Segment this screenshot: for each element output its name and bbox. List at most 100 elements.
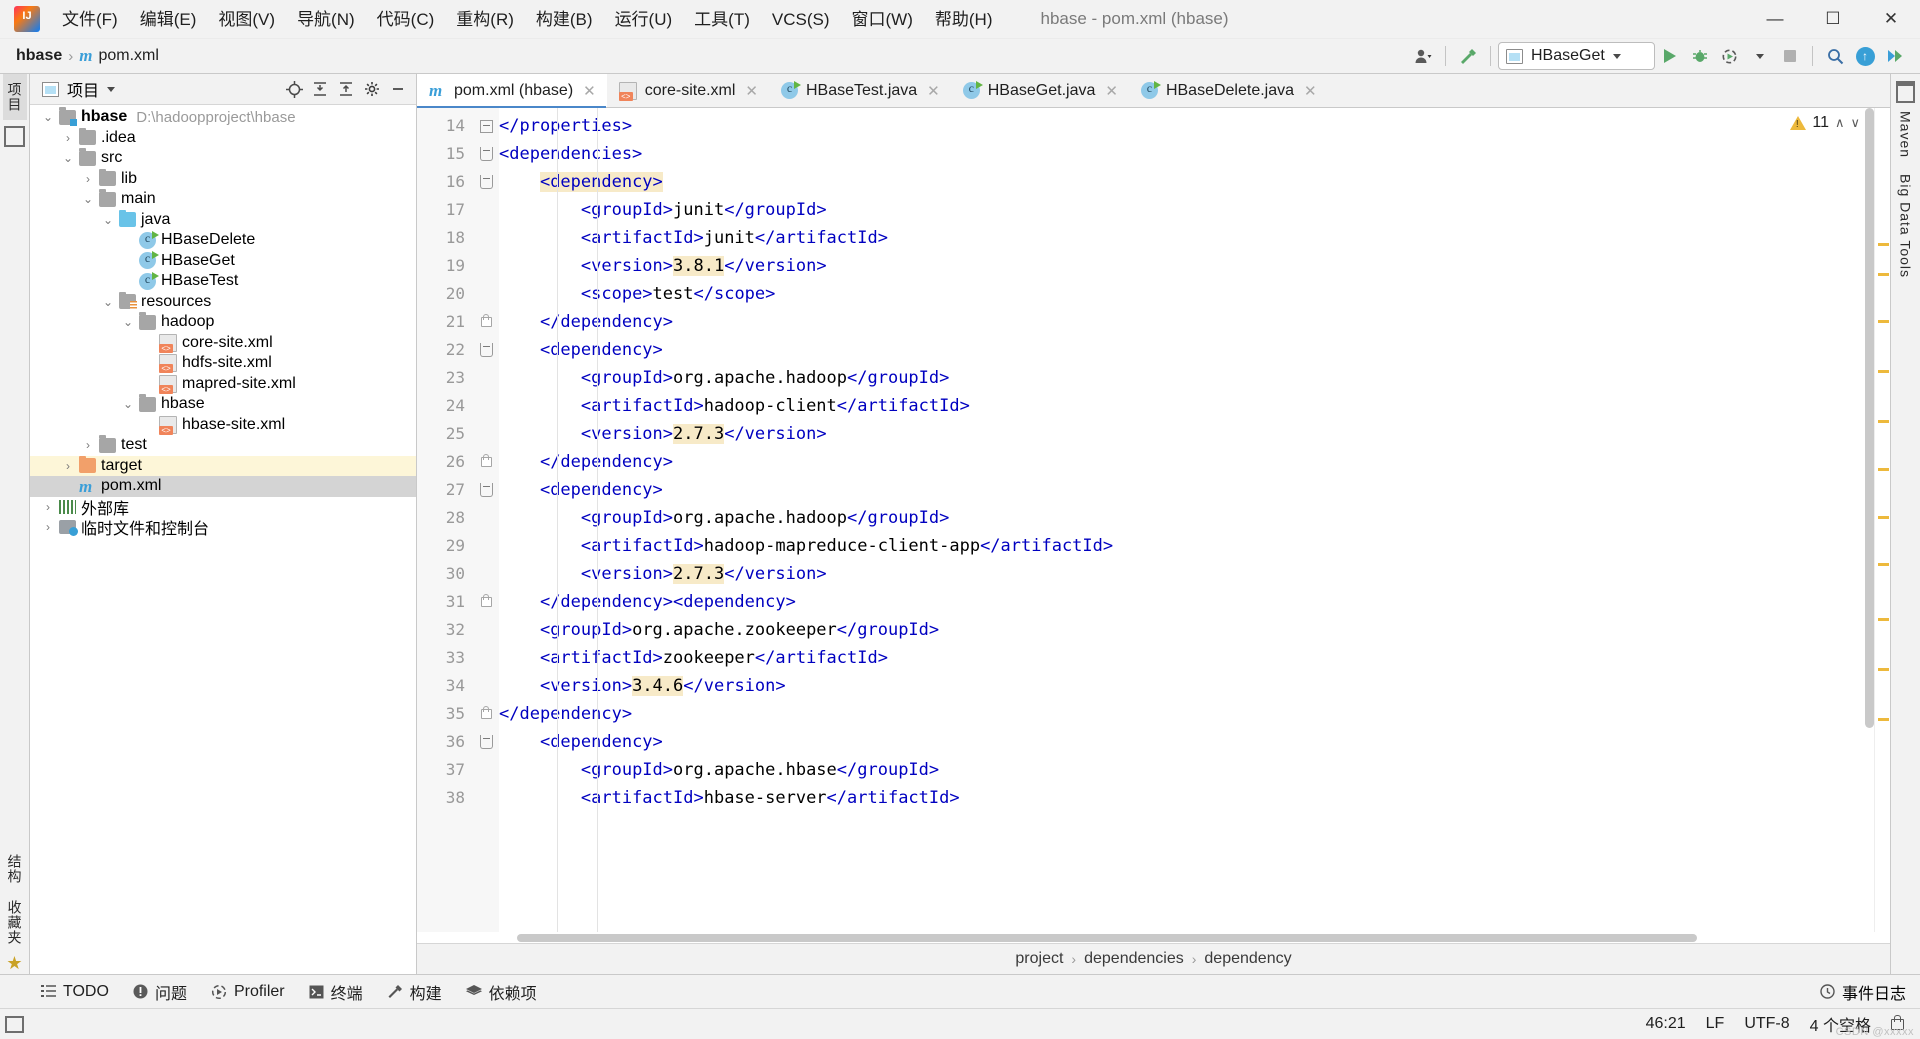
tree-expand-arrow[interactable]: › (80, 438, 96, 452)
code-line[interactable]: <scope>test</scope> (499, 280, 1874, 308)
fold-marker[interactable] (473, 168, 499, 196)
caret-position[interactable]: 46:21 (1646, 1015, 1686, 1033)
close-icon[interactable]: ✕ (927, 82, 940, 100)
code-line[interactable]: </properties> (499, 112, 1874, 140)
hammer-icon[interactable] (1453, 42, 1483, 70)
maximize-button[interactable]: ☐ (1804, 0, 1862, 38)
fold-marker[interactable] (473, 784, 499, 812)
line-number[interactable]: 38 (417, 784, 473, 812)
tree-node--idea[interactable]: › .idea (30, 127, 416, 149)
code-text[interactable]: </properties> <dependencies> <dependency>… (499, 108, 1874, 932)
line-number[interactable]: 16 (417, 168, 473, 196)
tree-expand-arrow[interactable]: › (40, 520, 56, 534)
tool-button-todo[interactable]: TODO (29, 980, 121, 1004)
structure-panel-icon[interactable] (4, 126, 25, 147)
status-bar-left-icon[interactable] (0, 1015, 29, 1033)
menu-view[interactable]: 视图(V) (208, 7, 285, 32)
menu-vcs[interactable]: VCS(S) (762, 7, 840, 32)
fold-marker[interactable] (473, 280, 499, 308)
tree-expand-arrow[interactable]: ⌄ (40, 110, 56, 124)
fold-marker[interactable] (473, 420, 499, 448)
line-number[interactable]: 37 (417, 756, 473, 784)
code-editor[interactable]: 14 15 16 17 18 19 20 21 22 23 24 25 26 27 28 29 30 31 32 33… (417, 108, 1890, 932)
line-number[interactable]: 27 (417, 476, 473, 504)
fold-marker[interactable] (473, 616, 499, 644)
code-line[interactable]: <groupId>org.apache.zookeeper</groupId> (499, 616, 1874, 644)
tool-button-structure[interactable]: 结构 (3, 846, 27, 892)
search-everywhere-icon[interactable] (1820, 42, 1850, 70)
line-number[interactable]: 14 (417, 112, 473, 140)
menu-file[interactable]: 文件(F) (52, 7, 128, 32)
fold-marker[interactable] (473, 252, 499, 280)
line-number[interactable]: 25 (417, 420, 473, 448)
code-line[interactable]: <artifactId>hbase-server</artifactId> (499, 784, 1874, 812)
line-number[interactable]: 29 (417, 532, 473, 560)
close-icon[interactable]: ✕ (1105, 82, 1118, 100)
error-stripe-marker-bar[interactable] (1874, 108, 1890, 932)
code-line[interactable]: <groupId>org.apache.hadoop</groupId> (499, 364, 1874, 392)
project-tree[interactable]: ⌄ hbase D:\hadoopproject\hbase › .idea ⌄ src › l… (30, 105, 416, 974)
line-number[interactable]: 26 (417, 448, 473, 476)
line-number[interactable]: 33 (417, 644, 473, 672)
debug-button[interactable] (1685, 42, 1715, 70)
fold-marker[interactable] (473, 672, 499, 700)
code-line[interactable]: </dependency> (499, 448, 1874, 476)
project-pane-title-group[interactable]: 项目 (42, 77, 116, 101)
line-number[interactable]: 15 (417, 140, 473, 168)
minimize-button[interactable]: — (1746, 0, 1804, 38)
fold-marker[interactable] (473, 336, 499, 364)
inspection-widget[interactable]: 11 ∧ ∨ (1790, 114, 1860, 132)
editor-breadcrumbs[interactable]: project › dependencies › dependency (417, 943, 1890, 974)
fold-marker[interactable] (473, 112, 499, 140)
fold-marker[interactable] (473, 756, 499, 784)
menu-run[interactable]: 运行(U) (605, 7, 683, 32)
chevron-down-icon-project[interactable] (107, 86, 116, 92)
code-line[interactable]: <dependency> (499, 168, 1874, 196)
tree-node-test[interactable]: › test (30, 435, 416, 456)
tool-button-bigdata[interactable]: Big Data Tools (1896, 166, 1916, 286)
editor-tab-hbaseget-java[interactable]: HBaseGet.java ✕ (951, 74, 1129, 107)
menu-build[interactable]: 构建(B) (526, 7, 603, 32)
line-number[interactable]: 19 (417, 252, 473, 280)
menu-help[interactable]: 帮助(H) (925, 7, 1003, 32)
code-line[interactable]: <dependency> (499, 336, 1874, 364)
breadcrumb-project[interactable]: hbase (16, 47, 62, 65)
code-line[interactable]: <artifactId>hadoop-client</artifactId> (499, 392, 1874, 420)
star-icon[interactable]: ★ (6, 953, 22, 974)
fold-marker[interactable] (473, 476, 499, 504)
code-line[interactable]: <artifactId>junit</artifactId> (499, 224, 1874, 252)
tree-node--[interactable]: › 临时文件和控制台 (30, 517, 416, 538)
editor-breadcrumb-project[interactable]: project (1015, 950, 1063, 968)
fold-marker[interactable] (473, 140, 499, 168)
code-line[interactable]: <version>3.4.6</version> (499, 672, 1874, 700)
tree-node-hbasedelete[interactable]: ›HBaseDelete (30, 230, 416, 251)
tree-node-src[interactable]: ⌄ src (30, 148, 416, 169)
fold-marker[interactable] (473, 588, 499, 616)
line-number[interactable]: 22 (417, 336, 473, 364)
tree-node-hbase[interactable]: ⌄ hbase D:\hadoopproject\hbase (30, 107, 416, 128)
line-number[interactable]: 18 (417, 224, 473, 252)
tree-expand-arrow[interactable]: ⌄ (100, 213, 116, 227)
close-button[interactable]: ✕ (1862, 0, 1920, 38)
settings-gear-icon[interactable] (360, 77, 384, 101)
tree-expand-arrow[interactable]: › (80, 172, 96, 186)
stop-button[interactable] (1775, 42, 1805, 70)
scrollbar-thumb[interactable] (1865, 108, 1874, 728)
run-configuration-selector[interactable]: HBaseGet (1498, 42, 1655, 70)
tool-button-problems[interactable]: 问题 (121, 977, 199, 1007)
line-number[interactable]: 23 (417, 364, 473, 392)
line-number[interactable]: 17 (417, 196, 473, 224)
code-line[interactable]: <artifactId>hadoop-mapreduce-client-app<… (499, 532, 1874, 560)
chevron-down-icon-run[interactable] (1745, 42, 1775, 70)
fold-marker[interactable] (473, 448, 499, 476)
tool-button-profiler[interactable]: Profiler (199, 980, 297, 1004)
tool-button-terminal[interactable]: 终端 (297, 977, 375, 1007)
code-line[interactable]: <version>2.7.3</version> (499, 560, 1874, 588)
tool-button-project[interactable]: 项目 (2, 74, 27, 120)
tree-expand-arrow[interactable]: ⌄ (120, 397, 136, 411)
fold-marker[interactable] (473, 224, 499, 252)
hide-icon[interactable] (386, 77, 410, 101)
tree-expand-arrow[interactable]: › (40, 500, 56, 514)
line-separator[interactable]: LF (1706, 1015, 1725, 1033)
tree-expand-arrow[interactable]: › (60, 459, 76, 473)
